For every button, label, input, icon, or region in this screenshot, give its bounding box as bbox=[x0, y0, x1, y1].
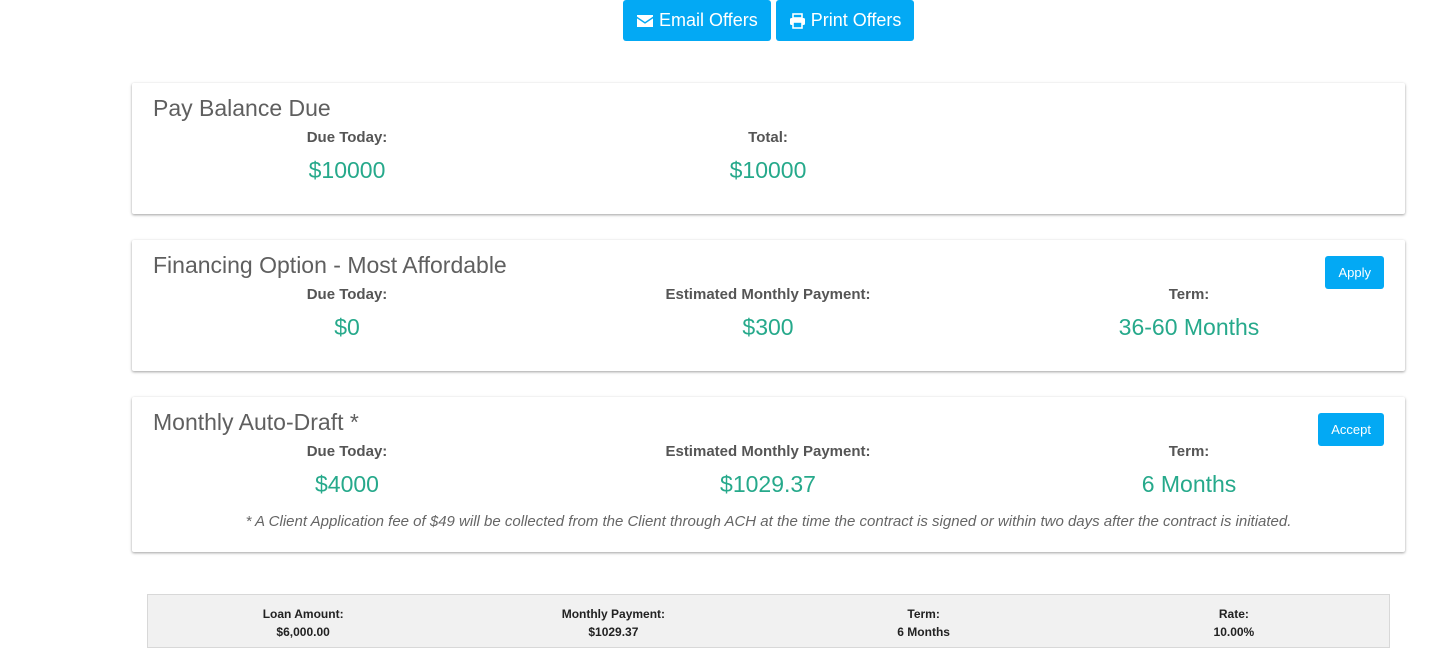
term-cell: Term: 6 Months bbox=[769, 595, 1079, 647]
rate-label: Rate: bbox=[1218, 607, 1249, 621]
card-title: Financing Option - Most Affordable bbox=[153, 252, 507, 278]
due-today-column: Due Today: $4000 bbox=[197, 443, 497, 498]
monthly-payment-value: $300 bbox=[742, 314, 794, 340]
card-title: Monthly Auto-Draft * bbox=[153, 409, 359, 435]
total-value: $10000 bbox=[729, 157, 807, 183]
term-value: 36-60 Months bbox=[1118, 314, 1260, 340]
application-fee-footnote: * A Client Application fee of $49 will b… bbox=[245, 513, 1292, 530]
due-today-label: Due Today: bbox=[306, 443, 388, 460]
due-today-label: Due Today: bbox=[306, 129, 388, 146]
monthly-payment-cell: Monthly Payment: $1029.37 bbox=[458, 595, 768, 647]
monthly-payment-value: $1029.37 bbox=[588, 625, 639, 639]
loan-amount-value: $6,000.00 bbox=[276, 625, 330, 639]
print-offers-label: Print Offers bbox=[810, 10, 902, 30]
rate-value: 10.00% bbox=[1213, 625, 1255, 639]
total-label: Total: bbox=[748, 129, 788, 146]
due-today-label: Due Today: bbox=[306, 286, 388, 303]
email-offers-label: Email Offers bbox=[659, 10, 758, 30]
printer-icon bbox=[789, 12, 806, 29]
due-today-column: Due Today: $0 bbox=[197, 286, 497, 341]
envelope-icon bbox=[636, 14, 654, 28]
term-label: Term: bbox=[907, 607, 940, 621]
term-label: Term: bbox=[1168, 286, 1210, 303]
monthly-payment-column: Estimated Monthly Payment: $300 bbox=[618, 286, 918, 341]
loan-summary: Loan Amount: $6,000.00 Monthly Payment: … bbox=[147, 594, 1390, 648]
print-offers-button[interactable]: Print Offers bbox=[775, 0, 915, 41]
total-column: Total: $10000 bbox=[618, 129, 918, 184]
due-today-column: Due Today: $10000 bbox=[197, 129, 497, 184]
offer-actions: Email Offers Print Offers bbox=[623, 0, 915, 41]
loan-amount-label: Loan Amount: bbox=[262, 607, 344, 621]
pay-balance-card: Pay Balance Due Due Today: $10000 Total:… bbox=[132, 83, 1405, 214]
monthly-payment-label: Monthly Payment: bbox=[561, 607, 666, 621]
term-label: Term: bbox=[1168, 443, 1210, 460]
due-today-value: $4000 bbox=[315, 471, 379, 497]
term-column: Term: 36-60 Months bbox=[1039, 286, 1339, 341]
card-title: Pay Balance Due bbox=[153, 95, 331, 121]
term-column: Term: 6 Months bbox=[1039, 443, 1339, 498]
loan-amount-cell: Loan Amount: $6,000.00 bbox=[148, 595, 458, 647]
term-value: 6 Months bbox=[897, 625, 950, 639]
accept-button[interactable]: Accept bbox=[1318, 413, 1384, 446]
term-value: 6 Months bbox=[1141, 471, 1237, 497]
monthly-payment-column: Estimated Monthly Payment: $1029.37 bbox=[618, 443, 918, 498]
financing-option-card: Financing Option - Most Affordable Apply… bbox=[132, 240, 1405, 371]
monthly-payment-value: $1029.37 bbox=[720, 471, 816, 497]
due-today-value: $10000 bbox=[308, 157, 386, 183]
apply-button[interactable]: Apply bbox=[1325, 256, 1384, 289]
monthly-payment-label: Estimated Monthly Payment: bbox=[665, 443, 871, 460]
email-offers-button[interactable]: Email Offers bbox=[623, 0, 771, 41]
rate-cell: Rate: 10.00% bbox=[1079, 595, 1389, 647]
auto-draft-card: Monthly Auto-Draft * Accept Due Today: $… bbox=[132, 397, 1405, 552]
monthly-payment-label: Estimated Monthly Payment: bbox=[665, 286, 871, 303]
due-today-value: $0 bbox=[334, 314, 360, 340]
